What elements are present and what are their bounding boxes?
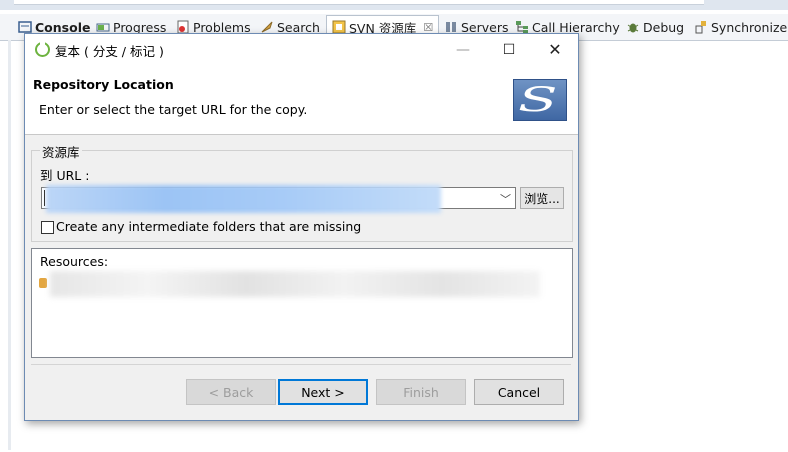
resources-panel: Resources:: [31, 248, 573, 358]
console-icon: [18, 20, 32, 34]
browse-button[interactable]: 浏览...: [520, 187, 564, 209]
close-icon[interactable]: ☒: [423, 21, 433, 34]
editor-area-strip: [0, 0, 788, 10]
finish-button[interactable]: Finish: [376, 379, 466, 405]
url-label: 到 URL :: [40, 168, 90, 183]
synchronize-icon: [694, 20, 708, 34]
button-separator: [31, 364, 571, 365]
wizard-header: Repository Location Enter or select the …: [25, 65, 578, 135]
debug-icon: [626, 20, 640, 34]
page-title: Repository Location: [33, 77, 174, 92]
tab-debug[interactable]: Debug: [626, 16, 684, 38]
dialog-title: 复本 ( 分支 / 标记 ): [55, 44, 164, 59]
maximize-button[interactable]: ☐: [486, 34, 532, 65]
url-combo-input[interactable]: ﹀: [41, 185, 516, 213]
workbench-edge: [8, 40, 11, 450]
group-label: 资源库: [40, 142, 82, 161]
create-folders-label[interactable]: Create any intermediate folders that are…: [56, 219, 361, 234]
create-folders-checkbox[interactable]: [41, 221, 54, 234]
next-button[interactable]: Next >: [278, 379, 368, 405]
back-button[interactable]: < Back: [186, 379, 276, 405]
minimize-button[interactable]: —: [440, 34, 486, 65]
redacted-url: [46, 185, 441, 213]
svn-logo-icon: S: [513, 79, 567, 121]
spring-icon: [35, 41, 50, 57]
cancel-button[interactable]: Cancel: [474, 379, 564, 405]
progress-icon: [96, 20, 110, 34]
chevron-down-icon[interactable]: ﹀: [500, 191, 511, 207]
search-icon: [260, 20, 274, 34]
servers-icon: [444, 20, 458, 34]
svn-repository-icon: [332, 20, 346, 34]
folder-icon: [39, 278, 47, 288]
call-hierarchy-icon: [515, 20, 529, 34]
redacted-resource: [50, 271, 540, 297]
repository-group: 资源库 到 URL : ﹀ 浏览... Create any intermedi…: [31, 142, 573, 242]
page-description: Enter or select the target URL for the c…: [39, 102, 308, 117]
close-button[interactable]: ✕: [532, 34, 578, 65]
problems-icon: [176, 20, 190, 34]
copy-branch-tag-dialog: 复本 ( 分支 / 标记 ) — ☐ ✕ Repository Location…: [24, 33, 579, 421]
dialog-titlebar[interactable]: 复本 ( 分支 / 标记 ) — ☐ ✕: [25, 34, 578, 65]
tab-synchronize[interactable]: Synchronize: [694, 16, 787, 38]
resources-label: Resources:: [40, 254, 109, 269]
